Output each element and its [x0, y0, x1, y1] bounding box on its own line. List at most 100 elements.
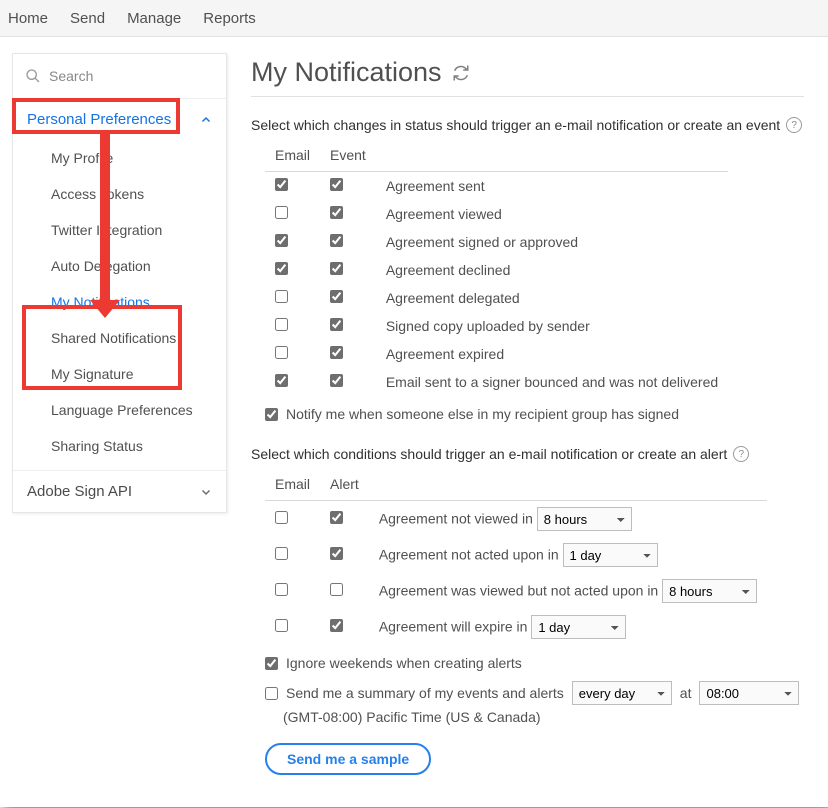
- alert-alert-checkbox[interactable]: [330, 511, 343, 524]
- alert-label: Agreement not acted upon in 1 day: [369, 537, 767, 573]
- col-email: Email: [265, 143, 320, 172]
- event-event-checkbox[interactable]: [330, 346, 343, 359]
- alert-row: Agreement not viewed in 8 hours: [265, 501, 767, 538]
- alerts-heading: Select which conditions should trigger a…: [251, 446, 804, 462]
- event-email-checkbox[interactable]: [275, 318, 288, 331]
- help-icon[interactable]: ?: [733, 446, 749, 462]
- event-email-checkbox[interactable]: [275, 206, 288, 219]
- alert-alert-checkbox[interactable]: [330, 619, 343, 632]
- event-label: Agreement sent: [376, 172, 728, 201]
- alert-row: Agreement was viewed but not acted upon …: [265, 573, 767, 609]
- event-email-checkbox[interactable]: [275, 374, 288, 387]
- sidebar-item-my-notifications[interactable]: My Notifications: [13, 284, 226, 320]
- alert-label: Agreement was viewed but not acted upon …: [369, 573, 767, 609]
- alert-alert-checkbox[interactable]: [330, 547, 343, 560]
- event-row: Email sent to a signer bounced and was n…: [265, 368, 728, 396]
- events-heading: Select which changes in status should tr…: [251, 117, 804, 133]
- nav-home[interactable]: Home: [8, 10, 48, 27]
- sidebar-item-sharing-status[interactable]: Sharing Status: [13, 428, 226, 464]
- main-content: My Notifications Select which changes in…: [227, 37, 828, 808]
- event-event-checkbox[interactable]: [330, 178, 343, 191]
- col-email: Email: [265, 472, 320, 501]
- alert-email-checkbox[interactable]: [275, 583, 288, 596]
- sidebar-section-adobe-sign-api[interactable]: Adobe Sign API: [13, 470, 226, 512]
- nav-send[interactable]: Send: [70, 10, 105, 27]
- alert-email-checkbox[interactable]: [275, 511, 288, 524]
- event-event-checkbox[interactable]: [330, 318, 343, 331]
- sidebar-item-twitter-integration[interactable]: Twitter Integration: [13, 212, 226, 248]
- ignore-weekends-row: Ignore weekends when creating alerts: [265, 655, 804, 671]
- alert-row: Agreement will expire in 1 day: [265, 609, 767, 645]
- nav-manage[interactable]: Manage: [127, 10, 181, 27]
- sidebar-item-access-tokens[interactable]: Access Tokens: [13, 176, 226, 212]
- chevron-up-icon: [200, 114, 212, 126]
- alert-alert-checkbox[interactable]: [330, 583, 343, 596]
- summary-time-select[interactable]: 08:00: [699, 681, 799, 705]
- alert-duration-select[interactable]: 8 hours: [662, 579, 757, 603]
- event-row: Agreement delegated: [265, 284, 728, 312]
- send-sample-button[interactable]: Send me a sample: [265, 743, 431, 775]
- sidebar-item-my-signature[interactable]: My Signature: [13, 356, 226, 392]
- sidebar-item-auto-delegation[interactable]: Auto Delegation: [13, 248, 226, 284]
- event-label: Signed copy uploaded by sender: [376, 312, 728, 340]
- event-email-checkbox[interactable]: [275, 290, 288, 303]
- event-email-checkbox[interactable]: [275, 178, 288, 191]
- page-title: My Notifications: [251, 57, 804, 88]
- event-label: Agreement delegated: [376, 284, 728, 312]
- alert-email-checkbox[interactable]: [275, 547, 288, 560]
- alert-duration-select[interactable]: 8 hours: [537, 507, 632, 531]
- summary-checkbox[interactable]: [265, 687, 278, 700]
- event-label: Agreement declined: [376, 256, 728, 284]
- sidebar-item-shared-notifications[interactable]: Shared Notifications: [13, 320, 226, 356]
- summary-frequency-select[interactable]: every day: [572, 681, 672, 705]
- event-email-checkbox[interactable]: [275, 234, 288, 247]
- sidebar-item-my-profile[interactable]: My Profile: [13, 140, 226, 176]
- section-label: Personal Preferences: [27, 111, 171, 128]
- event-email-checkbox[interactable]: [275, 346, 288, 359]
- timezone-label: (GMT-08:00) Pacific Time (US & Canada): [283, 709, 804, 725]
- sidebar-item-language-preferences[interactable]: Language Preferences: [13, 392, 226, 428]
- page-title-text: My Notifications: [251, 57, 442, 88]
- help-icon[interactable]: ?: [786, 117, 802, 133]
- section-label: Adobe Sign API: [27, 483, 132, 500]
- search-box[interactable]: Search: [13, 54, 226, 99]
- event-row: Agreement sent: [265, 172, 728, 201]
- alert-label: Agreement will expire in 1 day: [369, 609, 767, 645]
- summary-row: Send me a summary of my events and alert…: [265, 681, 804, 705]
- event-row: Signed copy uploaded by sender: [265, 312, 728, 340]
- ignore-weekends-checkbox[interactable]: [265, 657, 278, 670]
- summary-at: at: [680, 685, 692, 701]
- events-table: Email Event Agreement sentAgreement view…: [265, 143, 728, 396]
- personal-preferences-items: My Profile Access Tokens Twitter Integra…: [13, 140, 226, 470]
- alert-row: Agreement not acted upon in 1 day: [265, 537, 767, 573]
- sidebar: Search Personal Preferences My Profile A…: [12, 53, 227, 513]
- event-event-checkbox[interactable]: [330, 290, 343, 303]
- event-row: Agreement viewed: [265, 200, 728, 228]
- chevron-down-icon: [200, 486, 212, 498]
- recipient-group-label: Notify me when someone else in my recipi…: [286, 406, 679, 422]
- alerts-table: Email Alert Agreement not viewed in 8 ho…: [265, 472, 767, 645]
- event-row: Agreement declined: [265, 256, 728, 284]
- event-row: Agreement expired: [265, 340, 728, 368]
- alert-email-checkbox[interactable]: [275, 619, 288, 632]
- summary-label: Send me a summary of my events and alert…: [286, 685, 564, 701]
- recipient-group-checkbox[interactable]: [265, 408, 278, 421]
- nav-reports[interactable]: Reports: [203, 10, 256, 27]
- alert-duration-select[interactable]: 1 day: [563, 543, 658, 567]
- alert-duration-select[interactable]: 1 day: [531, 615, 626, 639]
- sidebar-section-personal-preferences[interactable]: Personal Preferences: [13, 99, 226, 140]
- event-label: Agreement expired: [376, 340, 728, 368]
- recipient-group-row: Notify me when someone else in my recipi…: [265, 406, 804, 422]
- event-event-checkbox[interactable]: [330, 374, 343, 387]
- ignore-weekends-label: Ignore weekends when creating alerts: [286, 655, 522, 671]
- event-event-checkbox[interactable]: [330, 234, 343, 247]
- refresh-icon[interactable]: [452, 64, 470, 82]
- event-event-checkbox[interactable]: [330, 262, 343, 275]
- event-event-checkbox[interactable]: [330, 206, 343, 219]
- event-row: Agreement signed or approved: [265, 228, 728, 256]
- event-label: Agreement viewed: [376, 200, 728, 228]
- event-label: Email sent to a signer bounced and was n…: [376, 368, 728, 396]
- alert-label: Agreement not viewed in 8 hours: [369, 501, 767, 538]
- event-email-checkbox[interactable]: [275, 262, 288, 275]
- col-alert: Alert: [320, 472, 369, 501]
